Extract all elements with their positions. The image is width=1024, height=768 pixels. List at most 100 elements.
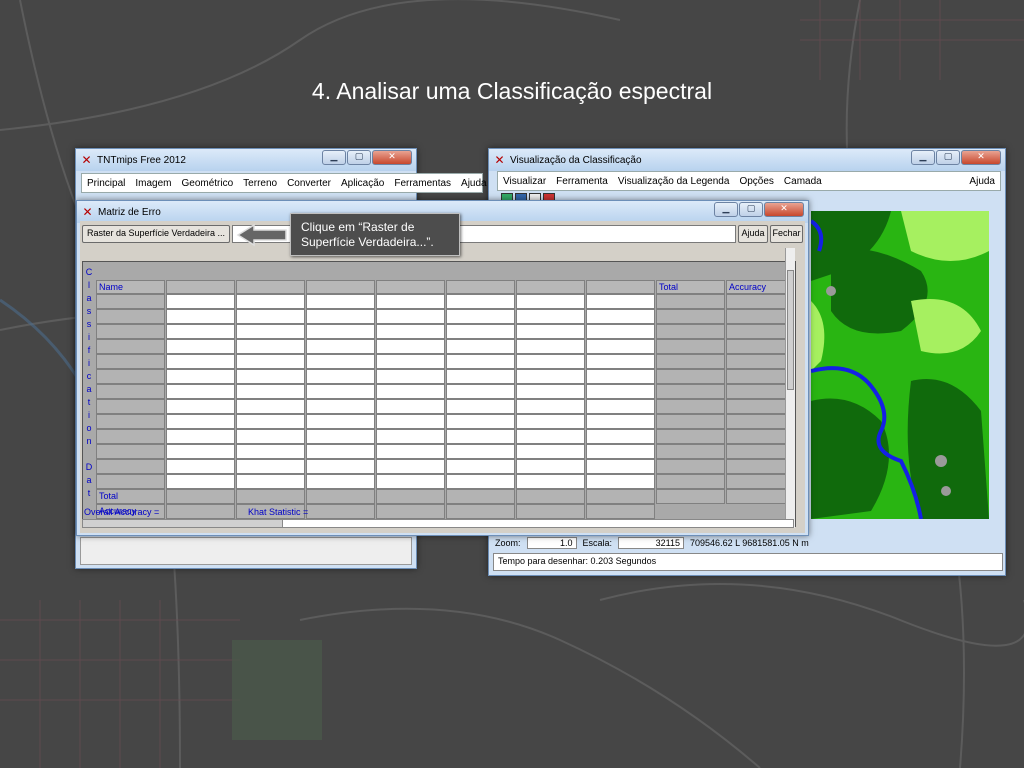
- row-name-cell: [96, 399, 165, 414]
- menu-visualizacao-legenda[interactable]: Visualização da Legenda: [613, 176, 735, 187]
- matrix-cell: [446, 324, 515, 339]
- matrix-cell: [446, 339, 515, 354]
- row-name-cell: [96, 474, 165, 489]
- maximize-icon[interactable]: ▢: [347, 150, 371, 165]
- menu-opcoes[interactable]: Opções: [734, 176, 778, 187]
- matrix-cell: [516, 384, 585, 399]
- menu-camada[interactable]: Camada: [779, 176, 827, 187]
- matrix-cell: [376, 429, 445, 444]
- matrix-cell: [516, 369, 585, 384]
- minimize-icon[interactable]: ▁: [911, 150, 935, 165]
- tntmips-titlebar[interactable]: ✕ TNTmips Free 2012 ▁ ▢ ✕: [76, 149, 416, 171]
- menu-ferramenta[interactable]: Ferramenta: [551, 176, 613, 187]
- matrix-cell: [236, 429, 305, 444]
- matrix-cell: [306, 429, 375, 444]
- matrix-cell: [306, 459, 375, 474]
- scale-value[interactable]: 32115: [618, 537, 685, 549]
- raster-truth-button[interactable]: Raster da Superfície Verdadeira ...: [82, 225, 230, 243]
- matrix-cell: [446, 309, 515, 324]
- minimize-icon[interactable]: ▁: [714, 202, 738, 217]
- scale-label: Escala:: [582, 538, 613, 548]
- menu-aplicacao[interactable]: Aplicação: [336, 178, 389, 189]
- menu-visualizar[interactable]: Visualizar: [498, 176, 551, 187]
- matrix-cell: [586, 354, 655, 369]
- viewer-title: Visualização da Classificação: [510, 154, 642, 166]
- accuracy-cell: [586, 504, 655, 519]
- matrix-cell: [166, 339, 235, 354]
- col-header-name: Name: [96, 280, 165, 294]
- close-icon[interactable]: ✕: [961, 150, 1001, 165]
- viewer-app-icon: ✕: [494, 152, 505, 167]
- matrix-cell: [586, 324, 655, 339]
- matrix-cell: [306, 384, 375, 399]
- overall-accuracy-label: Overall Accuracy =: [84, 507, 160, 517]
- matrix-cell: [166, 399, 235, 414]
- close-button[interactable]: Fechar: [770, 225, 803, 243]
- matrix-cell: [306, 294, 375, 309]
- menu-converter[interactable]: Converter: [282, 178, 336, 189]
- classification-map[interactable]: [811, 211, 989, 519]
- menu-imagem[interactable]: Imagem: [130, 178, 176, 189]
- callout-text: Clique em “Raster de Superfície Verdadei…: [301, 220, 434, 249]
- tntmips-client: [80, 537, 412, 565]
- matrix-header-cell: [166, 280, 235, 294]
- minimize-icon[interactable]: ▁: [322, 150, 346, 165]
- matrix-cell: [516, 429, 585, 444]
- matrix-grid[interactable]: Name Total Accuracy Total Accuracy: [96, 262, 795, 528]
- matrix-cell: [516, 414, 585, 429]
- matrix-cell: [586, 474, 655, 489]
- coords-readout: 709546.62 L 9681581.05 N m: [690, 538, 809, 548]
- matrix-cell: [586, 294, 655, 309]
- matrix-cell: [376, 354, 445, 369]
- horizontal-scrollbar[interactable]: [82, 519, 794, 528]
- row-name-cell: [96, 369, 165, 384]
- total-cell: [306, 489, 375, 504]
- row-name-cell: [96, 414, 165, 429]
- matrix-cell: [236, 384, 305, 399]
- status-text: Tempo para desenhar: 0.203 Segundos: [498, 556, 657, 566]
- matrix-cell: [236, 339, 305, 354]
- matrix-cell: [166, 309, 235, 324]
- matrix-cell: [516, 324, 585, 339]
- close-icon[interactable]: ✕: [372, 150, 412, 165]
- matrix-cell: [446, 459, 515, 474]
- menu-ferramentas[interactable]: Ferramentas: [389, 178, 456, 189]
- zoom-value[interactable]: 1.0: [526, 537, 577, 549]
- matrix-cell: [306, 354, 375, 369]
- matrix-cell: [446, 369, 515, 384]
- menu-terreno[interactable]: Terreno: [238, 178, 282, 189]
- vertical-scrollbar[interactable]: [785, 248, 795, 528]
- menu-principal[interactable]: Principal: [82, 178, 130, 189]
- slide-title: 4. Analisar uma Classificação espectral: [311, 78, 713, 104]
- khat-statistic-label: Khat Statistic =: [248, 507, 309, 517]
- close-icon[interactable]: ✕: [764, 202, 804, 217]
- zoom-scale-bar: Zoom: 1.0 Escala: 32115 709546.62 L 9681…: [495, 535, 855, 551]
- help-button[interactable]: Ajuda: [738, 225, 768, 243]
- row-name-cell: [96, 339, 165, 354]
- matrix-cell: [586, 309, 655, 324]
- menu-ajuda[interactable]: Ajuda: [456, 178, 492, 189]
- menu-geometrico[interactable]: Geométrico: [176, 178, 238, 189]
- matrix-cell: [236, 474, 305, 489]
- error-matrix-table: C l a s s i f i c a t i o n D a t Name To…: [82, 248, 796, 528]
- matrix-cell: [446, 399, 515, 414]
- matrix-cell: [446, 474, 515, 489]
- matrix-cell: [656, 369, 725, 384]
- matrix-cell: [376, 339, 445, 354]
- viewer-titlebar[interactable]: ✕ Visualização da Classificação ▁ ▢ ✕: [489, 149, 1005, 171]
- matrix-cell: [376, 414, 445, 429]
- menu-ajuda-viewer[interactable]: Ajuda: [964, 176, 1000, 187]
- matrix-cell: [236, 369, 305, 384]
- matrix-cell: [586, 444, 655, 459]
- maximize-icon[interactable]: ▢: [936, 150, 960, 165]
- matrix-header-cell: [446, 280, 515, 294]
- row-total-label: Total: [96, 489, 165, 504]
- matrix-cell: [516, 399, 585, 414]
- matrix-cell: [586, 384, 655, 399]
- maximize-icon[interactable]: ▢: [739, 202, 763, 217]
- matrix-cell: [586, 414, 655, 429]
- matrix-cell: [516, 474, 585, 489]
- matrix-cell: [236, 294, 305, 309]
- matrix-cell: [656, 384, 725, 399]
- matrix-cell: [376, 459, 445, 474]
